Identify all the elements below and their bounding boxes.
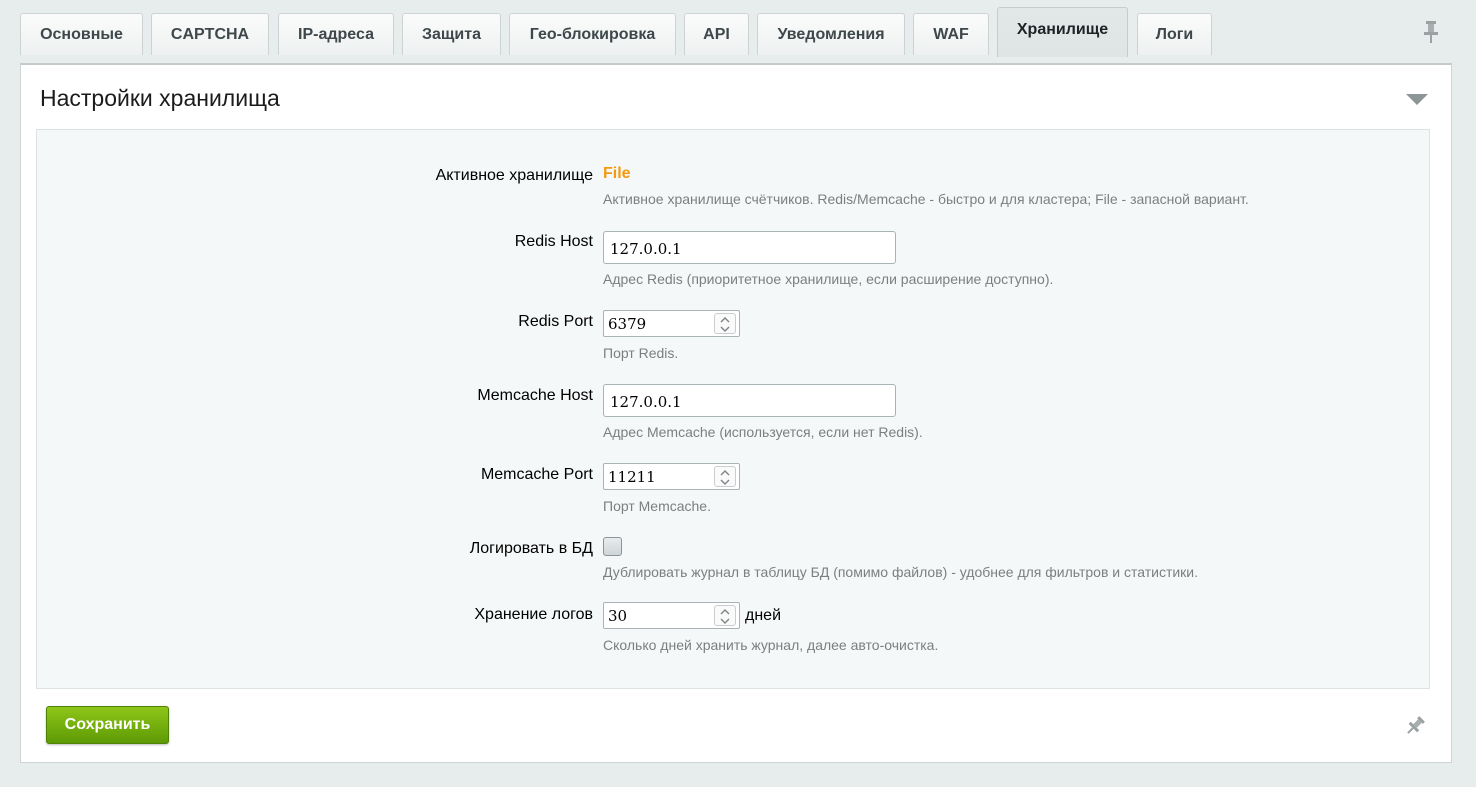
log-retention-hint: Сколько дней хранить журнал, далее авто-… — [603, 637, 939, 653]
tab-ip-addresses[interactable]: IP-адреса — [278, 13, 394, 55]
active-storage-value: File — [603, 165, 631, 182]
log-retention-row: Хранение логов 30 дней Сколько дней хран… — [37, 602, 1429, 653]
memcache-port-input[interactable]: 11211 — [603, 463, 740, 490]
save-button[interactable]: Сохранить — [46, 706, 169, 744]
tab-geo-blocking[interactable]: Гео-блокировка — [509, 13, 676, 55]
memcache-port-value: 11211 — [608, 468, 656, 486]
redis-port-label: Redis Port — [518, 313, 593, 330]
tab-api[interactable]: API — [684, 13, 749, 55]
memcache-host-hint: Адрес Memcache (используется, если нет R… — [603, 424, 923, 440]
tab-captcha[interactable]: CAPTCHA — [151, 13, 269, 55]
redis-port-input[interactable]: 6379 — [603, 310, 740, 337]
tab-protection[interactable]: Защита — [402, 13, 501, 55]
log-to-db-label: Логировать в БД — [469, 540, 593, 557]
log-retention-value: 30 — [608, 607, 628, 625]
pin-icon[interactable] — [1404, 715, 1426, 737]
tab-notifications[interactable]: Уведомления — [757, 13, 905, 55]
redis-host-label: Redis Host — [514, 233, 593, 250]
settings-form: Активное хранилище File Активное хранили… — [36, 129, 1430, 689]
redis-port-hint: Порт Redis. — [603, 345, 679, 361]
log-retention-label: Хранение логов — [474, 606, 593, 623]
redis-port-value: 6379 — [608, 315, 647, 333]
log-to-db-hint: Дублировать журнал в таблицу БД (помимо … — [603, 564, 1199, 580]
memcache-port-label: Memcache Port — [480, 466, 593, 483]
active-storage-hint: Активное хранилище счётчиков. Redis/Memc… — [603, 191, 1249, 207]
memcache-port-row: Memcache Port 11211 Порт Memcache. — [37, 463, 1429, 514]
redis-port-stepper[interactable] — [714, 313, 736, 334]
memcache-host-input[interactable]: 127.0.0.1 — [603, 384, 896, 417]
tab-storage[interactable]: Хранилище — [997, 7, 1128, 57]
tab-basic[interactable]: Основные — [20, 13, 143, 55]
log-retention-input[interactable]: 30 — [603, 602, 740, 629]
redis-host-hint: Адрес Redis (приоритетное хранилище, есл… — [603, 271, 1054, 287]
log-to-db-checkbox[interactable] — [603, 537, 622, 556]
redis-port-row: Redis Port 6379 Порт Redis. — [37, 310, 1429, 361]
redis-host-input[interactable]: 127.0.0.1 — [603, 231, 896, 264]
tab-waf[interactable]: WAF — [913, 13, 989, 55]
active-storage-label: Активное хранилище — [435, 167, 593, 184]
tab-logs[interactable]: Логи — [1137, 13, 1212, 55]
log-retention-suffix: дней — [745, 607, 782, 624]
storage-settings-panel: Настройки хранилища Активное хранилище F… — [20, 63, 1452, 763]
panel-title: Настройки хранилища — [40, 85, 280, 111]
memcache-host-label: Memcache Host — [477, 387, 593, 404]
log-retention-stepper[interactable] — [714, 605, 736, 626]
pin-icon[interactable] — [1421, 20, 1441, 44]
memcache-port-hint: Порт Memcache. — [603, 498, 711, 514]
tab-bar: Основные CAPTCHA IP-адреса Защита Гео-бл… — [20, 0, 1452, 57]
chevron-down-icon[interactable] — [1406, 93, 1428, 105]
memcache-port-stepper[interactable] — [714, 466, 736, 487]
